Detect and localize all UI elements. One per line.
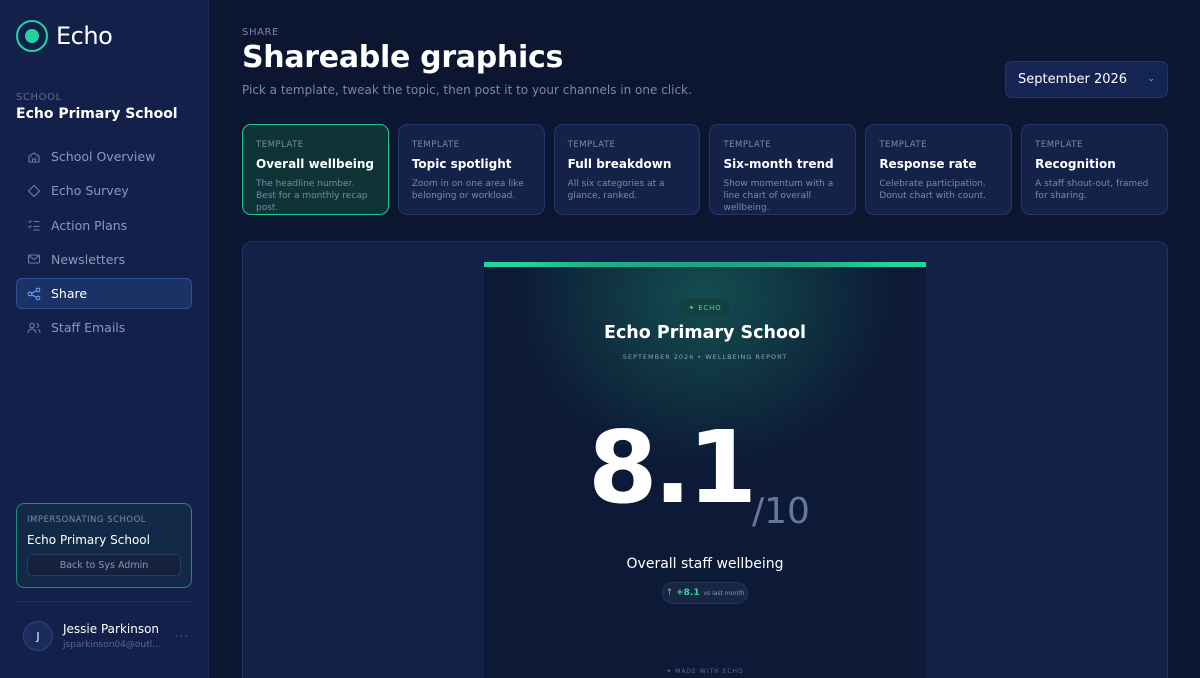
preview-caption: Overall staff wellbeing bbox=[626, 556, 784, 572]
template-label: TEMPLATE bbox=[411, 140, 460, 150]
page-subtitle: Pick a template, tweak the topic, then p… bbox=[242, 83, 692, 97]
sidebar-item-share[interactable]: Share bbox=[16, 278, 192, 310]
impersonation-label: IMPERSONATING SCHOOL bbox=[27, 515, 147, 525]
template-description: The headline number. Best for a monthly … bbox=[256, 179, 368, 213]
preview-footer: ✦ MADE WITH ECHO bbox=[666, 668, 744, 675]
template-description: Celebrate participation. Donut chart wit… bbox=[879, 179, 987, 201]
preview-school-name: Echo Primary School bbox=[603, 323, 806, 343]
sidebar-nav: School Overview Echo Survey Action Plans… bbox=[16, 141, 192, 347]
school-name: Echo Primary School bbox=[16, 106, 178, 122]
mail-icon bbox=[27, 252, 41, 266]
delta-badge: ↑ +8.1 vs last month bbox=[662, 582, 748, 604]
user-email: jsparkinson04@outlo... bbox=[63, 640, 163, 650]
school-label: SCHOOL bbox=[16, 92, 62, 103]
sidebar-item-newsletters[interactable]: Newsletters bbox=[16, 244, 192, 275]
preview-meta: SEPTEMBER 2026 • WELLBEING REPORT bbox=[622, 353, 788, 361]
sidebar-item-label: Newsletters bbox=[51, 251, 126, 267]
sidebar-item-label: School Overview bbox=[51, 149, 156, 164]
template-title: Six-month trend bbox=[723, 157, 834, 171]
sidebar-divider bbox=[16, 601, 192, 602]
chevron-down-icon: ⌄ bbox=[1147, 74, 1155, 84]
sidebar-item-action-plans[interactable]: Action Plans bbox=[16, 210, 192, 241]
more-options-icon[interactable]: ··· bbox=[175, 629, 189, 643]
echo-logo-icon bbox=[16, 20, 48, 52]
avatar: J bbox=[23, 621, 53, 651]
template-card-overall-wellbeing[interactable]: TEMPLATE Overall wellbeing The headline … bbox=[242, 124, 389, 215]
template-card-response-rate[interactable]: TEMPLATE Response rate Celebrate partici… bbox=[865, 124, 1013, 215]
template-title: Recognition bbox=[1035, 157, 1116, 171]
template-title: Full breakdown bbox=[567, 157, 672, 171]
template-list: TEMPLATE Overall wellbeing The headline … bbox=[242, 124, 1168, 215]
template-label: TEMPLATE bbox=[879, 140, 927, 150]
month-select-value: September 2026 bbox=[1018, 72, 1128, 87]
template-description: Zoom in on one area like belonging or wo… bbox=[411, 179, 524, 201]
share-icon bbox=[27, 287, 41, 301]
template-card-six-month-trend[interactable]: TEMPLATE Six-month trend Show momentum w… bbox=[709, 124, 857, 215]
template-card-recognition[interactable]: TEMPLATE Recognition A staff shout-out, … bbox=[1021, 124, 1168, 215]
arrow-up-icon: ↑ bbox=[665, 588, 674, 598]
sidebar-item-label: Action Plans bbox=[51, 217, 128, 233]
impersonated-school: Echo Primary School bbox=[27, 533, 150, 547]
sidebar-item-school-overview[interactable]: School Overview bbox=[16, 141, 192, 172]
school-icon bbox=[27, 150, 41, 164]
template-label: TEMPLATE bbox=[256, 140, 304, 150]
page-eyebrow: SHARE bbox=[242, 27, 279, 38]
users-icon bbox=[27, 321, 41, 335]
template-title: Overall wellbeing bbox=[256, 157, 375, 171]
sidebar-item-label: Staff Emails bbox=[51, 320, 126, 336]
back-to-sys-admin-button[interactable]: Back to Sys Admin bbox=[27, 554, 181, 576]
template-title: Response rate bbox=[879, 157, 977, 171]
graphic-preview: ✦ ECHO Echo Primary School SEPTEMBER 202… bbox=[484, 262, 926, 678]
impersonation-card: IMPERSONATING SCHOOL Echo Primary School… bbox=[16, 503, 192, 588]
brand-name: Echo bbox=[56, 22, 113, 50]
sidebar: Echo SCHOOL Echo Primary School School O… bbox=[0, 0, 209, 678]
delta-value: +8.1 bbox=[676, 588, 700, 598]
template-label: TEMPLATE bbox=[723, 140, 772, 150]
echo-badge: ✦ ECHO bbox=[680, 299, 730, 316]
sidebar-item-staff-emails[interactable]: Staff Emails bbox=[16, 312, 192, 343]
user-profile[interactable]: J Jessie Parkinson jsparkinson04@outlo..… bbox=[23, 621, 193, 651]
user-name: Jessie Parkinson bbox=[63, 622, 160, 636]
wellbeing-score: 8.1 bbox=[588, 409, 757, 526]
sidebar-item-label: Share bbox=[51, 286, 88, 302]
delta-context: vs last month bbox=[703, 589, 745, 597]
template-card-full-breakdown[interactable]: TEMPLATE Full breakdown All six categori… bbox=[553, 124, 701, 215]
template-description: Show momentum with a line chart of overa… bbox=[723, 179, 834, 213]
template-title: Topic spotlight bbox=[411, 157, 512, 171]
template-label: TEMPLATE bbox=[567, 140, 616, 150]
template-description: All six categories at a glance, ranked. bbox=[567, 179, 665, 201]
template-label: TEMPLATE bbox=[1035, 140, 1083, 150]
brand[interactable]: Echo bbox=[16, 20, 113, 52]
sidebar-item-label: Echo Survey bbox=[51, 183, 129, 199]
checklist-icon bbox=[27, 218, 41, 232]
page-title: Shareable graphics bbox=[242, 40, 564, 75]
month-select[interactable]: September 2026 ⌄ bbox=[1005, 61, 1168, 98]
score-denominator: /10 bbox=[752, 491, 810, 532]
diamond-icon bbox=[27, 184, 41, 198]
template-card-topic-spotlight[interactable]: TEMPLATE Topic spotlight Zoom in on one … bbox=[397, 124, 545, 215]
sidebar-item-echo-survey[interactable]: Echo Survey bbox=[16, 175, 192, 206]
template-description: A staff shout-out, framed for sharing. bbox=[1035, 179, 1149, 201]
